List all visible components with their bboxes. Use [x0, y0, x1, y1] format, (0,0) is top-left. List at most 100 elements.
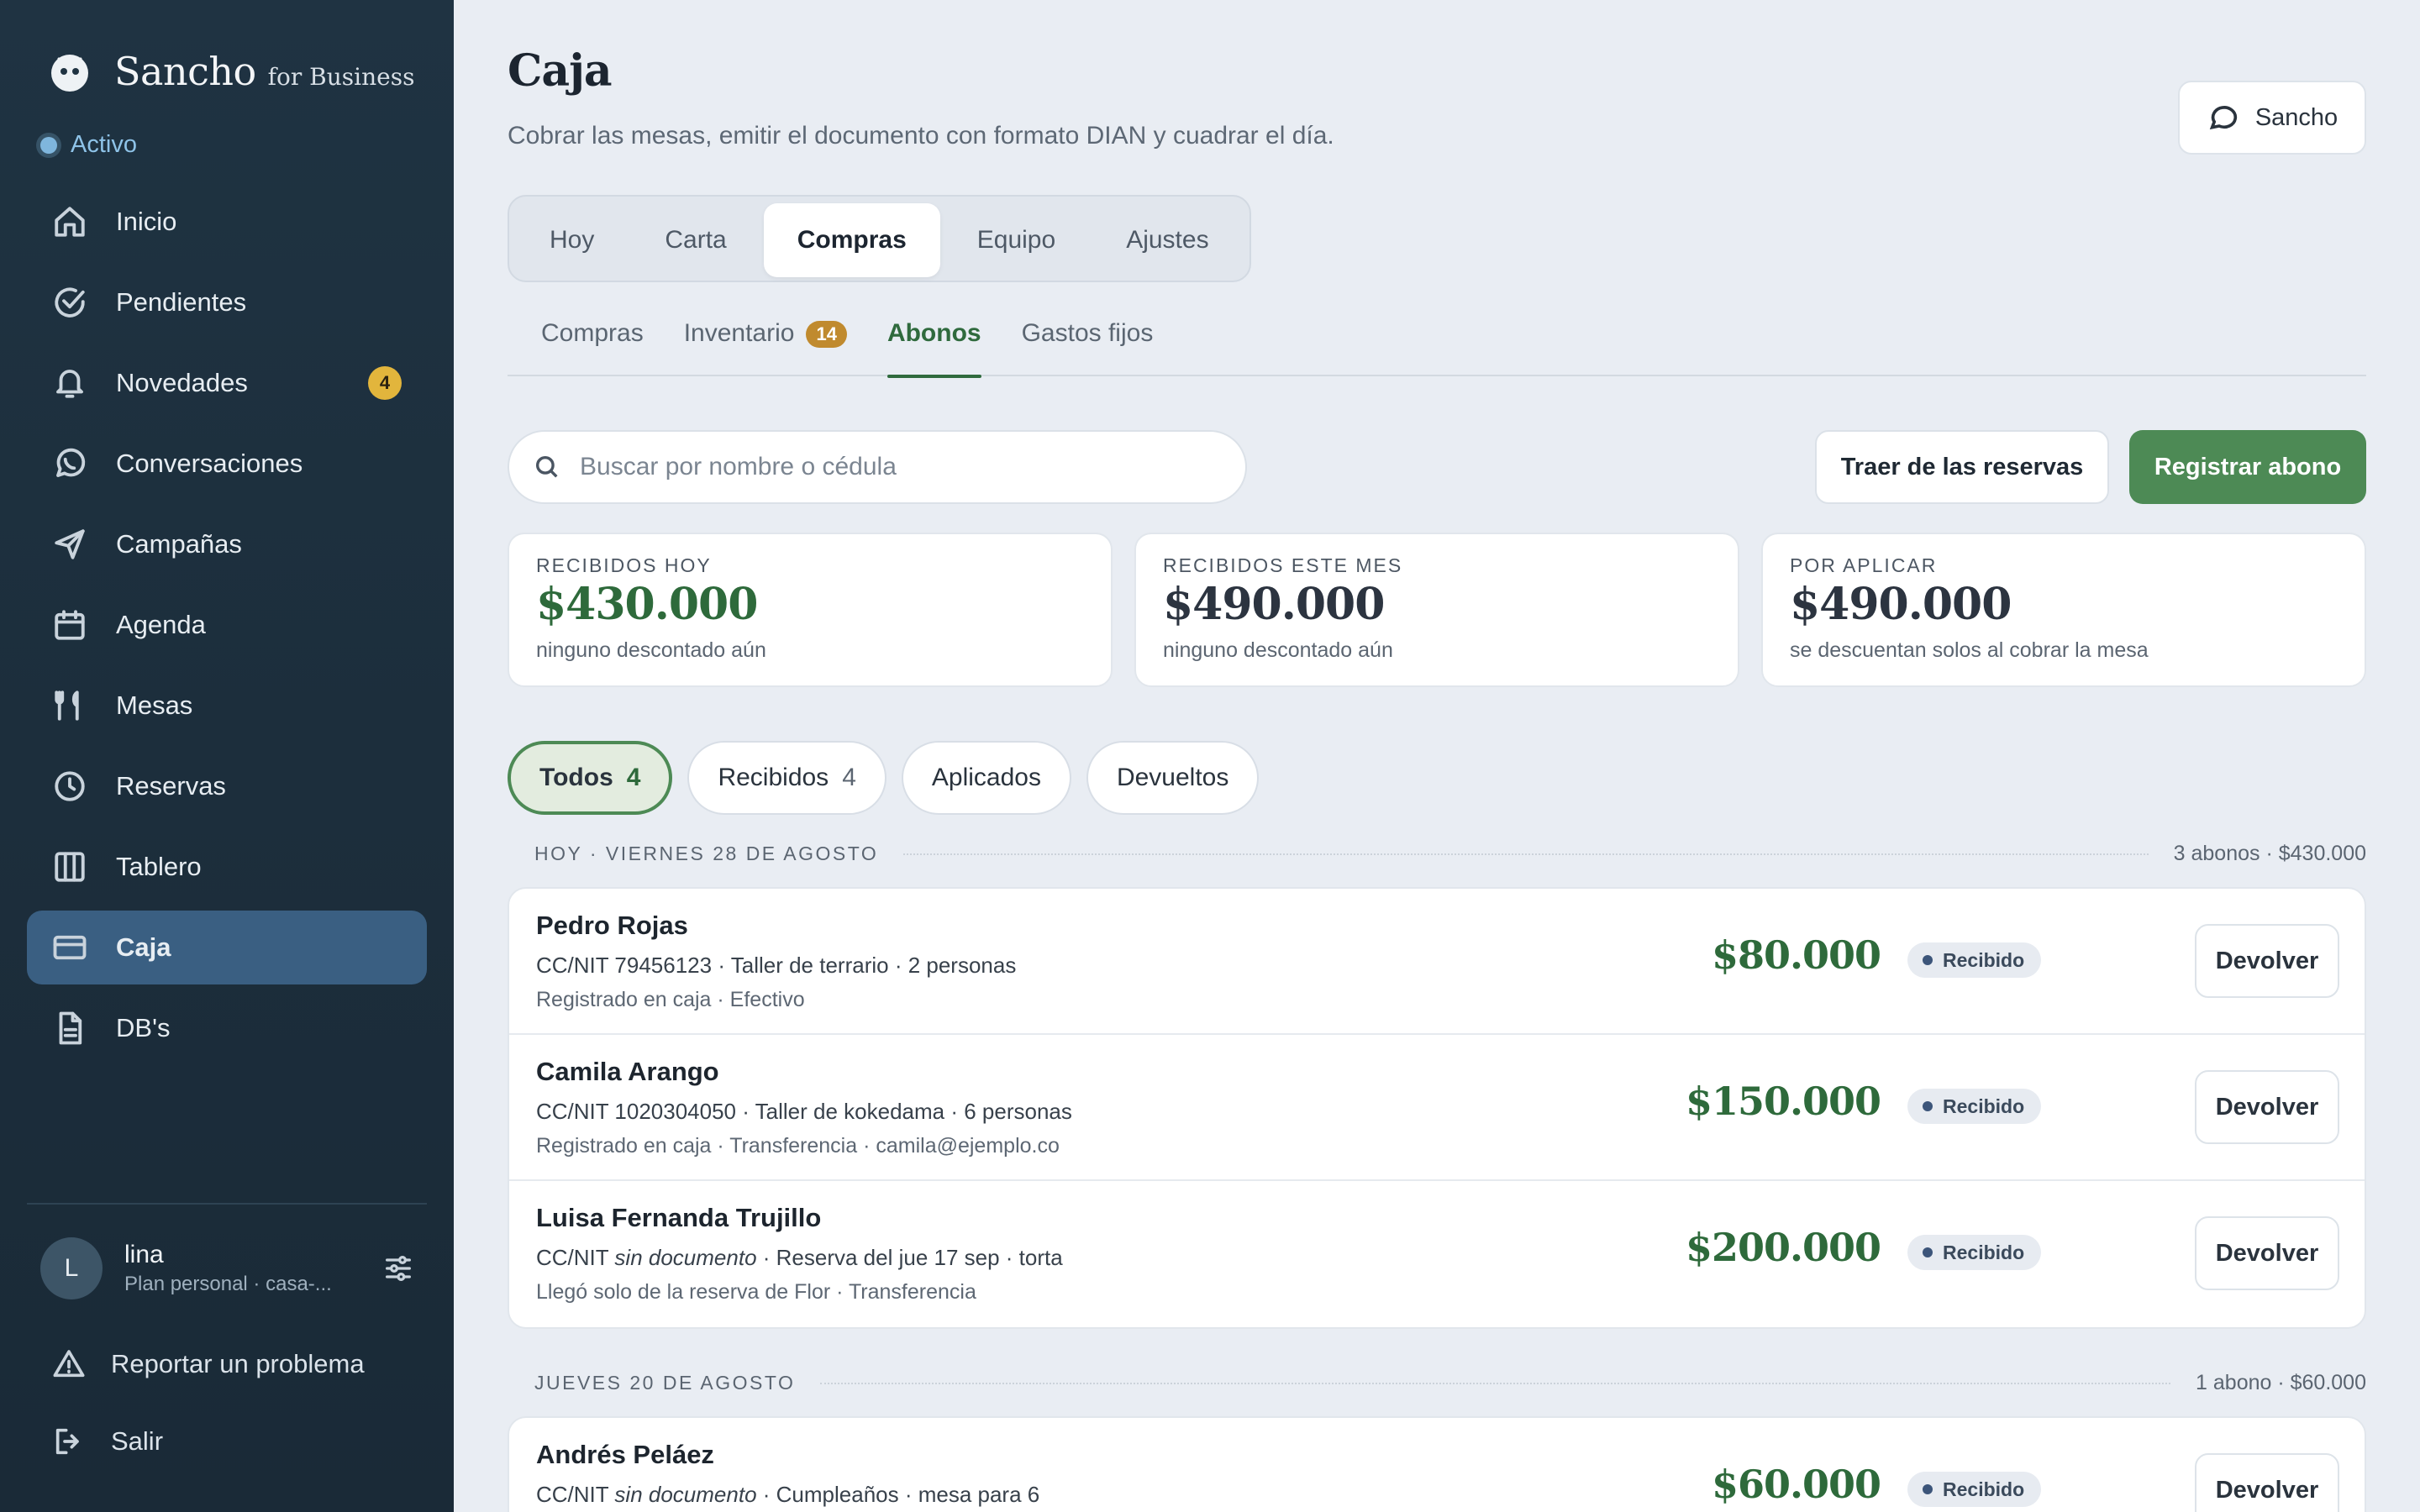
- sidebar-item-reservas[interactable]: Reservas: [27, 749, 427, 823]
- subtab-compras[interactable]: Compras: [541, 319, 644, 376]
- list-item[interactable]: Luisa Fernanda Trujillo CC/NIT sin docum…: [509, 1181, 2365, 1327]
- deposit-details: CC/NIT sin documento · Reserva del jue 1…: [536, 1245, 1063, 1270]
- sancho-assistant-button[interactable]: Sancho: [2178, 81, 2366, 155]
- subtab-abonos-label: Abonos: [886, 319, 981, 347]
- warning-icon: [53, 1350, 85, 1378]
- sidebar-item-conversaciones[interactable]: Conversaciones: [27, 427, 427, 501]
- filter-devueltos[interactable]: Devueltos: [1086, 741, 1260, 815]
- brand-suffix: for Business: [267, 63, 415, 91]
- sidebar-item-label: Mesas: [116, 690, 193, 720]
- deposit-amount: $150.000: [1685, 1079, 1881, 1124]
- stat-note: se descuentan solos al cobrar la mesa: [1790, 638, 2149, 662]
- tab-equipo[interactable]: Equipo: [944, 203, 1089, 277]
- subtabs: Compras Inventario 14 Abonos Gastos fijo…: [508, 319, 2366, 378]
- stat-value: $490.000: [1790, 579, 2012, 630]
- sidebar-item-inicio[interactable]: Inicio: [27, 185, 427, 259]
- document-number: sin documento: [614, 1245, 757, 1270]
- main-content: Caja Cobrar las mesas, emitir el documen…: [454, 0, 2420, 1512]
- section-segmented-control: Hoy Carta Compras Equipo Ajustes: [508, 195, 1251, 282]
- sidebar-item-tablero[interactable]: Tablero: [27, 830, 427, 904]
- subtab-compras-label: Compras: [541, 319, 644, 347]
- deposit-source: Llegó solo de la reserva de Flor · Trans…: [536, 1280, 976, 1304]
- deposit-amount: $200.000: [1685, 1225, 1881, 1270]
- sidebar-item-pendientes[interactable]: Pendientes: [27, 265, 427, 339]
- stat-value: $430.000: [536, 579, 758, 630]
- group-header: JUEVES 20 DE AGOSTO 1 abono · $60.000: [534, 1371, 2366, 1395]
- filter-aplicados[interactable]: Aplicados: [901, 741, 1071, 815]
- search-box[interactable]: [508, 430, 1247, 504]
- report-problem-link[interactable]: Reportar un problema: [52, 1347, 365, 1381]
- list-item[interactable]: Pedro Rojas CC/NIT 79456123 · Taller de …: [509, 889, 2365, 1035]
- logout-link[interactable]: Salir: [52, 1425, 163, 1458]
- sidebar-item-label: Campañas: [116, 529, 242, 559]
- sidebar-item-label: Novedades: [116, 368, 248, 397]
- status-label: Activo: [71, 131, 137, 158]
- subtab-inventario[interactable]: Inventario 14: [684, 319, 847, 376]
- list-item[interactable]: Camila Arango CC/NIT 1020304050 · Taller…: [509, 1035, 2365, 1181]
- group-summary: 3 abonos · $430.000: [2173, 842, 2366, 865]
- customer-name: Luisa Fernanda Trujillo: [536, 1203, 822, 1232]
- deposit-details: CC/NIT 79456123 · Taller de terrario · 2…: [536, 953, 1017, 978]
- search-input[interactable]: [580, 453, 1218, 481]
- status-dot-icon: [1923, 1247, 1933, 1257]
- clock-icon: [55, 771, 85, 801]
- brand[interactable]: Sancho for Business: [47, 49, 414, 94]
- refund-button[interactable]: Devolver: [2195, 1453, 2339, 1512]
- stat-label: RECIBIDOS ESTE MES: [1163, 554, 1403, 576]
- customer-name: Andrés Peláez: [536, 1440, 714, 1469]
- status-dot-icon: [1923, 1101, 1933, 1111]
- tab-carta[interactable]: Carta: [631, 203, 760, 277]
- refund-button[interactable]: Devolver: [2195, 1070, 2339, 1144]
- sliders-icon[interactable]: [381, 1252, 415, 1285]
- filter-todos[interactable]: Todos 4: [508, 741, 673, 815]
- document-number: 1020304050: [614, 1099, 737, 1124]
- register-deposit-button[interactable]: Registrar abono: [2129, 430, 2366, 504]
- sidebar-item-mesas[interactable]: Mesas: [27, 669, 427, 743]
- sidebar-item-novedades[interactable]: Novedades 4: [27, 346, 427, 420]
- status-badge: Recibido: [1907, 1235, 2042, 1270]
- refund-button[interactable]: Devolver: [2195, 1216, 2339, 1290]
- stat-note: ninguno descontado aún: [536, 638, 766, 662]
- send-icon: [55, 529, 85, 559]
- status-badge: Recibido: [1907, 1089, 2042, 1124]
- import-reservations-button[interactable]: Traer de las reservas: [1815, 430, 2109, 504]
- deposit-amount: $80.000: [1711, 932, 1881, 978]
- user-plan: Plan personal · casa-...: [124, 1273, 332, 1295]
- stat-card-month: RECIBIDOS ESTE MES $490.000 ninguno desc…: [1134, 533, 1739, 687]
- sidebar: Sancho for Business Activo Inicio Pendien…: [0, 0, 454, 1512]
- avatar: L: [40, 1237, 103, 1299]
- status-dot-icon: [40, 136, 57, 154]
- status-dot-icon: [1923, 955, 1933, 965]
- status-filters: Todos 4 Recibidos 4 Aplicados Devueltos: [508, 741, 1260, 815]
- logout-icon: [55, 1428, 79, 1455]
- group-divider: [820, 1382, 2171, 1384]
- list-item[interactable]: Andrés Peláez CC/NIT sin documento · Cum…: [509, 1418, 2365, 1512]
- deposit-source: Registrado en caja · Efectivo: [536, 988, 805, 1011]
- tab-compras[interactable]: Compras: [763, 203, 940, 277]
- stat-label: POR APLICAR: [1790, 554, 1938, 576]
- subtab-abonos[interactable]: Abonos: [886, 319, 981, 378]
- sidebar-item-agenda[interactable]: Agenda: [27, 588, 427, 662]
- deposit-amount: $60.000: [1711, 1462, 1881, 1507]
- tab-hoy[interactable]: Hoy: [516, 203, 628, 277]
- sidebar-item-campanas[interactable]: Campañas: [27, 507, 427, 581]
- bell-icon: [56, 370, 83, 398]
- deposit-list: Pedro Rojas CC/NIT 79456123 · Taller de …: [508, 887, 2366, 1329]
- sidebar-item-dbs[interactable]: DB's: [27, 991, 427, 1065]
- refund-button[interactable]: Devolver: [2195, 924, 2339, 998]
- group-divider: [903, 853, 2149, 855]
- tab-ajustes[interactable]: Ajustes: [1092, 203, 1242, 277]
- sidebar-item-caja[interactable]: Caja: [27, 911, 427, 984]
- filter-label: Recibidos: [718, 764, 829, 791]
- sidebar-item-label: Caja: [116, 932, 171, 962]
- user-name: lina: [124, 1241, 164, 1268]
- filter-recibidos[interactable]: Recibidos 4: [687, 741, 886, 815]
- inventario-count-badge: 14: [806, 321, 847, 348]
- filter-count: 4: [842, 764, 856, 791]
- user-profile[interactable]: L lina Plan personal · casa-...: [40, 1235, 415, 1302]
- status-dot-icon: [1923, 1484, 1933, 1494]
- stats-row: RECIBIDOS HOY $430.000 ninguno descontad…: [508, 533, 2366, 687]
- calendar-icon: [55, 610, 85, 640]
- subtab-gastos-label: Gastos fijos: [1021, 319, 1154, 347]
- subtab-gastos-fijos[interactable]: Gastos fijos: [1022, 319, 1154, 376]
